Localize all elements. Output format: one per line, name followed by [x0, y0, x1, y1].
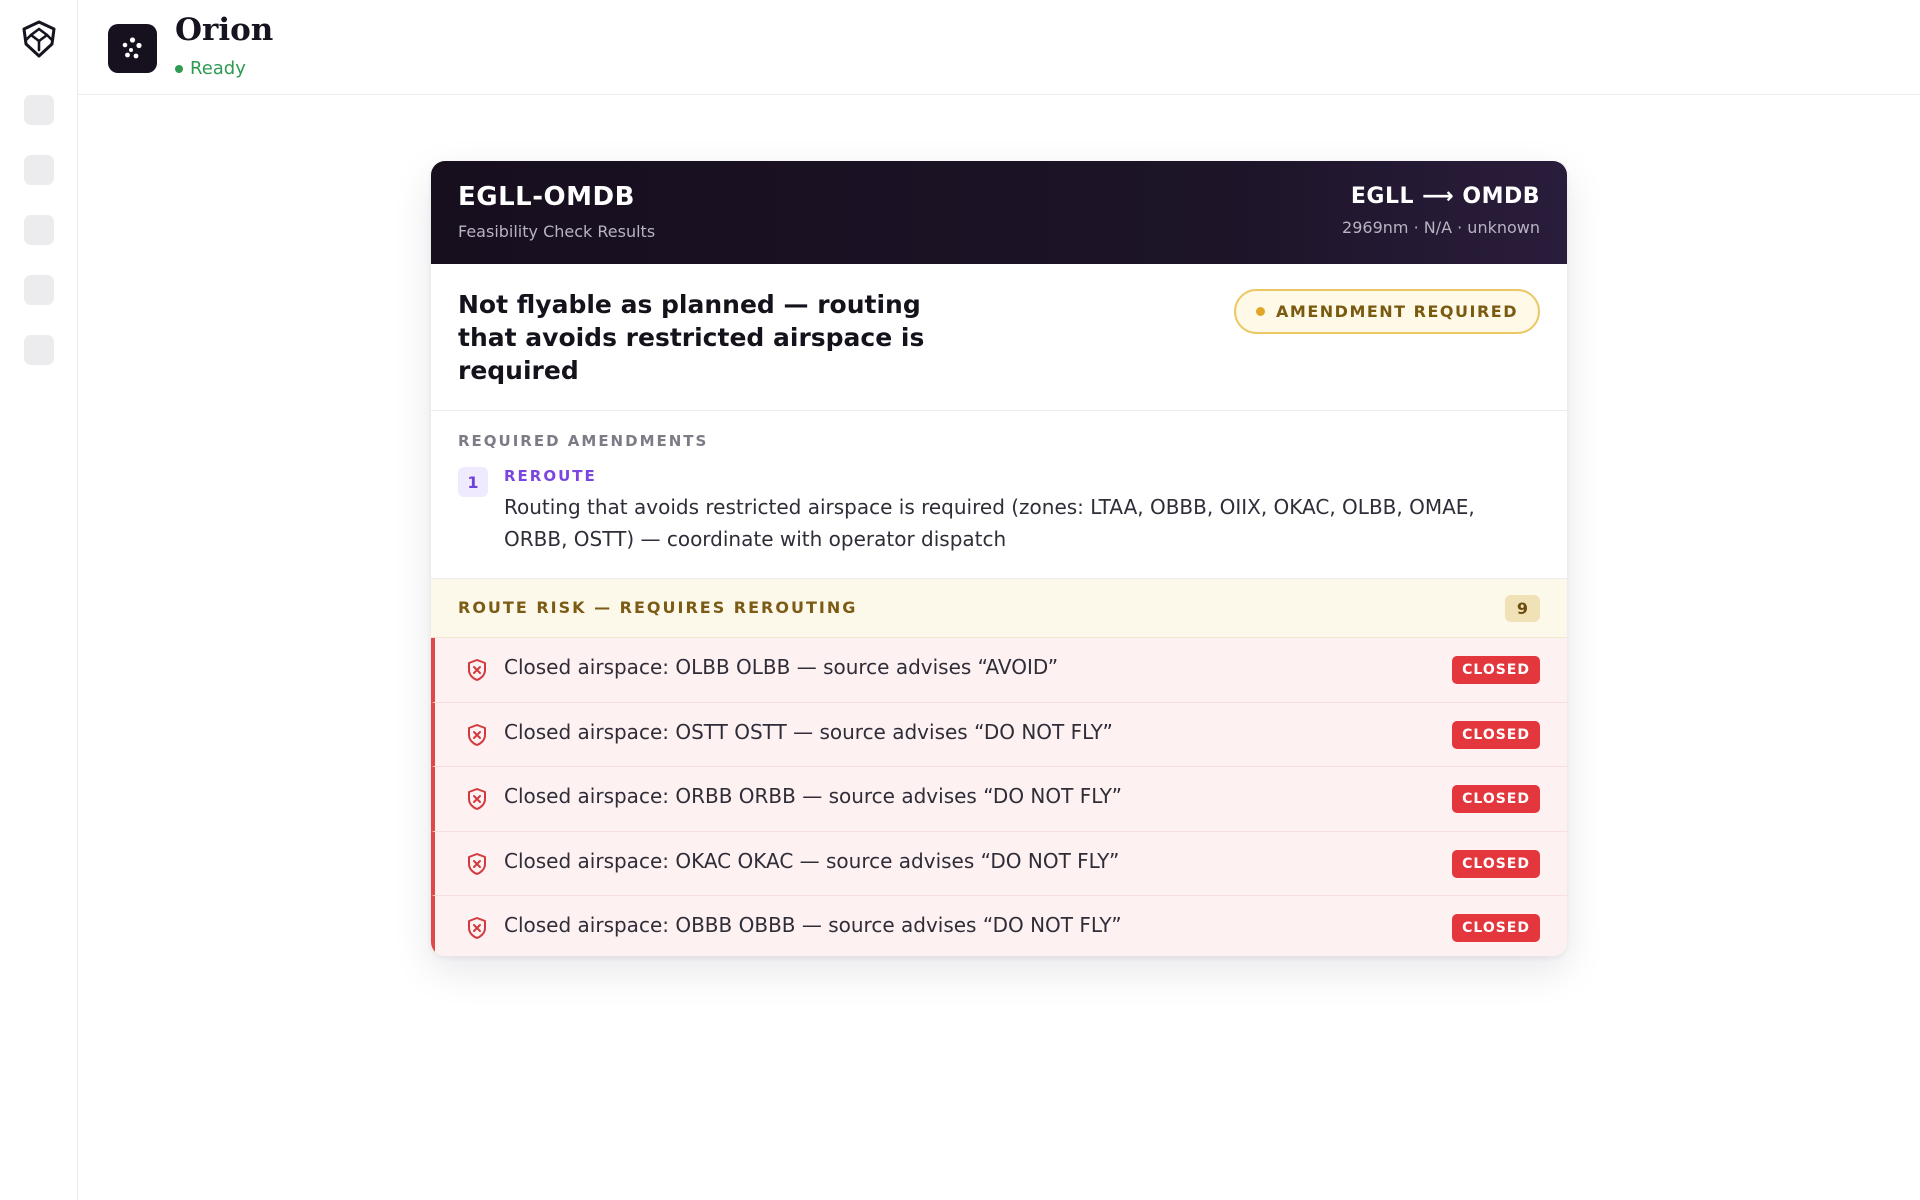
route-meta: 2969nm · N/A · unknown [1342, 218, 1540, 237]
app-title: Orion [175, 12, 274, 48]
shield-logo-icon[interactable] [21, 20, 57, 58]
status-label: Ready [190, 58, 246, 79]
route-pair: EGLL ⟶ OMDB [1350, 184, 1540, 209]
amendment-type: REROUTE [504, 467, 597, 485]
amendments-section: REQUIRED AMENDMENTS 1 REROUTE Routing th… [431, 411, 1567, 579]
risk-row[interactable]: Closed airspace: OSTT OSTT — source advi… [431, 702, 1567, 768]
sidebar-item-2[interactable] [24, 155, 54, 185]
risk-text: Closed airspace: OLBB OLBB — source advi… [504, 655, 1059, 679]
route-risk-title: ROUTE RISK — REQUIRES REROUTING [458, 598, 858, 617]
closed-badge: CLOSED [1452, 785, 1540, 814]
risk-row[interactable]: Closed airspace: OKAC OKAC — source advi… [431, 831, 1567, 897]
app-icon[interactable] [108, 24, 157, 73]
sidebar-item-5[interactable] [24, 335, 54, 365]
card-header: EGLL-OMDB Feasibility Check Results EGLL… [431, 161, 1567, 264]
shield-x-icon [468, 917, 486, 940]
route-risk-count: 9 [1505, 595, 1540, 622]
sidebar-item-3[interactable] [24, 215, 54, 245]
shield-x-icon [468, 788, 486, 811]
amendment-description: Routing that avoids restricted airspace … [504, 495, 1475, 551]
status-dot-icon [175, 64, 183, 73]
risk-row[interactable]: Closed airspace: OLBB OLBB — source advi… [431, 638, 1567, 703]
closed-badge: CLOSED [1452, 849, 1540, 878]
shield-x-icon [468, 723, 486, 746]
risk-text: Closed airspace: OSTT OSTT — source advi… [504, 719, 1113, 744]
closed-badge: CLOSED [1452, 656, 1540, 684]
feasibility-card: EGLL-OMDB Feasibility Check Results EGLL… [431, 161, 1567, 956]
risk-row[interactable]: Closed airspace: OBBB OBBB — source advi… [431, 896, 1567, 956]
app-status: Ready [175, 58, 246, 79]
risk-row[interactable]: Closed airspace: ORBB ORBB — source advi… [431, 767, 1567, 832]
flight-id: EGLL-OMDB [458, 182, 635, 212]
risk-list: Closed airspace: OLBB OLBB — source advi… [431, 638, 1567, 956]
route-risk-header[interactable]: ROUTE RISK — REQUIRES REROUTING 9 [431, 579, 1567, 638]
badge-label: AMENDMENT REQUIRED [1276, 302, 1518, 321]
risk-text: Closed airspace: OBBB OBBB — source advi… [504, 913, 1122, 938]
amendment-required-badge: AMENDMENT REQUIRED [1234, 289, 1540, 334]
badge-dot-icon [1256, 307, 1266, 316]
closed-badge: CLOSED [1452, 720, 1540, 749]
sidebar-item-4[interactable] [24, 275, 54, 305]
risk-text: Closed airspace: ORBB ORBB — source advi… [504, 784, 1122, 809]
top-bar: Orion Ready [78, 0, 1920, 95]
amendments-heading: REQUIRED AMENDMENTS [458, 432, 709, 450]
sidebar [0, 0, 78, 1200]
verdict-section: Not flyable as planned — routing that av… [431, 264, 1567, 411]
amendment-number: 1 [458, 467, 488, 497]
verdict-text: Not flyable as planned — routing that av… [458, 290, 925, 385]
closed-badge: CLOSED [1452, 914, 1540, 943]
shield-x-icon [468, 659, 486, 681]
shield-x-icon [468, 852, 486, 875]
card-subtitle: Feasibility Check Results [458, 222, 656, 241]
risk-text: Closed airspace: OKAC OKAC — source advi… [504, 848, 1120, 873]
sidebar-item-1[interactable] [24, 95, 54, 125]
sparkle-dots-icon [122, 37, 142, 59]
